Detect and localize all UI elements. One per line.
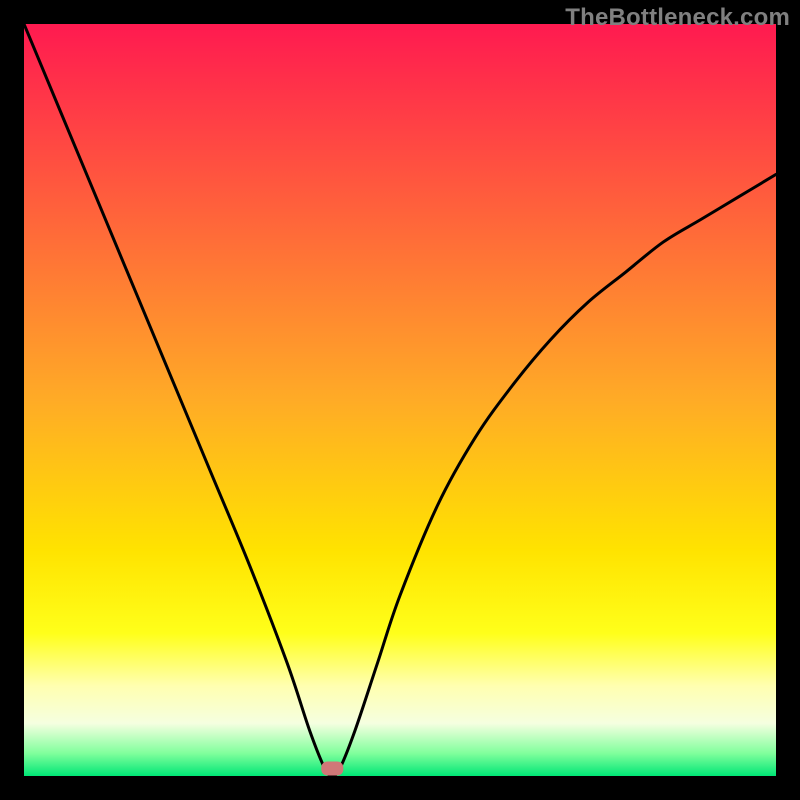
gradient-background bbox=[24, 24, 776, 776]
chart-frame bbox=[24, 24, 776, 776]
optimal-point-marker bbox=[321, 762, 343, 776]
bottleneck-chart bbox=[24, 24, 776, 776]
watermark-text: TheBottleneck.com bbox=[565, 4, 790, 32]
